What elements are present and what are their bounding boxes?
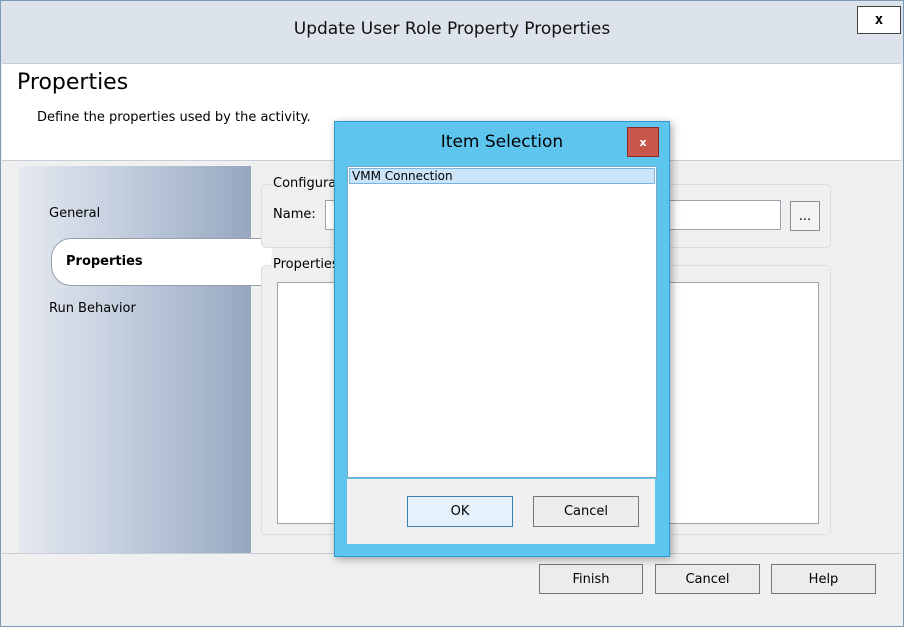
ellipsis-icon: ... — [798, 208, 812, 224]
properties-group-label: Properties — [271, 257, 341, 272]
window-title: Update User Role Property Properties — [293, 19, 611, 39]
window-close-button[interactable]: x — [857, 6, 901, 34]
page-description: Define the properties used by the activi… — [37, 110, 311, 125]
title-bar: Update User Role Property Properties x — [1, 1, 903, 63]
properties-window: Update User Role Property Properties x P… — [0, 0, 904, 627]
cancel-button[interactable]: Cancel — [655, 564, 760, 594]
navigation-panel — [18, 166, 251, 554]
item-list[interactable]: VMM Connection — [347, 166, 657, 478]
nav-item-run-behavior[interactable]: Run Behavior — [49, 301, 136, 316]
nav-item-properties[interactable]: Properties — [51, 238, 272, 286]
dialog-close-button[interactable]: x — [627, 127, 659, 157]
close-icon: x — [874, 12, 884, 28]
list-item[interactable]: VMM Connection — [349, 168, 655, 184]
page-title: Properties — [17, 70, 129, 95]
nav-item-label: Properties — [66, 254, 143, 269]
nav-item-general[interactable]: General — [49, 206, 100, 221]
close-icon: x — [639, 135, 647, 149]
item-selection-dialog: Item Selection x VMM Connection OK Cance… — [334, 121, 670, 557]
dialog-title: Item Selection — [440, 132, 564, 152]
dialog-ok-button[interactable]: OK — [407, 496, 513, 527]
finish-button[interactable]: Finish — [539, 564, 643, 594]
help-button[interactable]: Help — [771, 564, 876, 594]
name-label: Name: — [273, 207, 316, 222]
dialog-cancel-button[interactable]: Cancel — [533, 496, 639, 527]
browse-button[interactable]: ... — [790, 201, 820, 231]
footer-bar — [2, 553, 901, 626]
